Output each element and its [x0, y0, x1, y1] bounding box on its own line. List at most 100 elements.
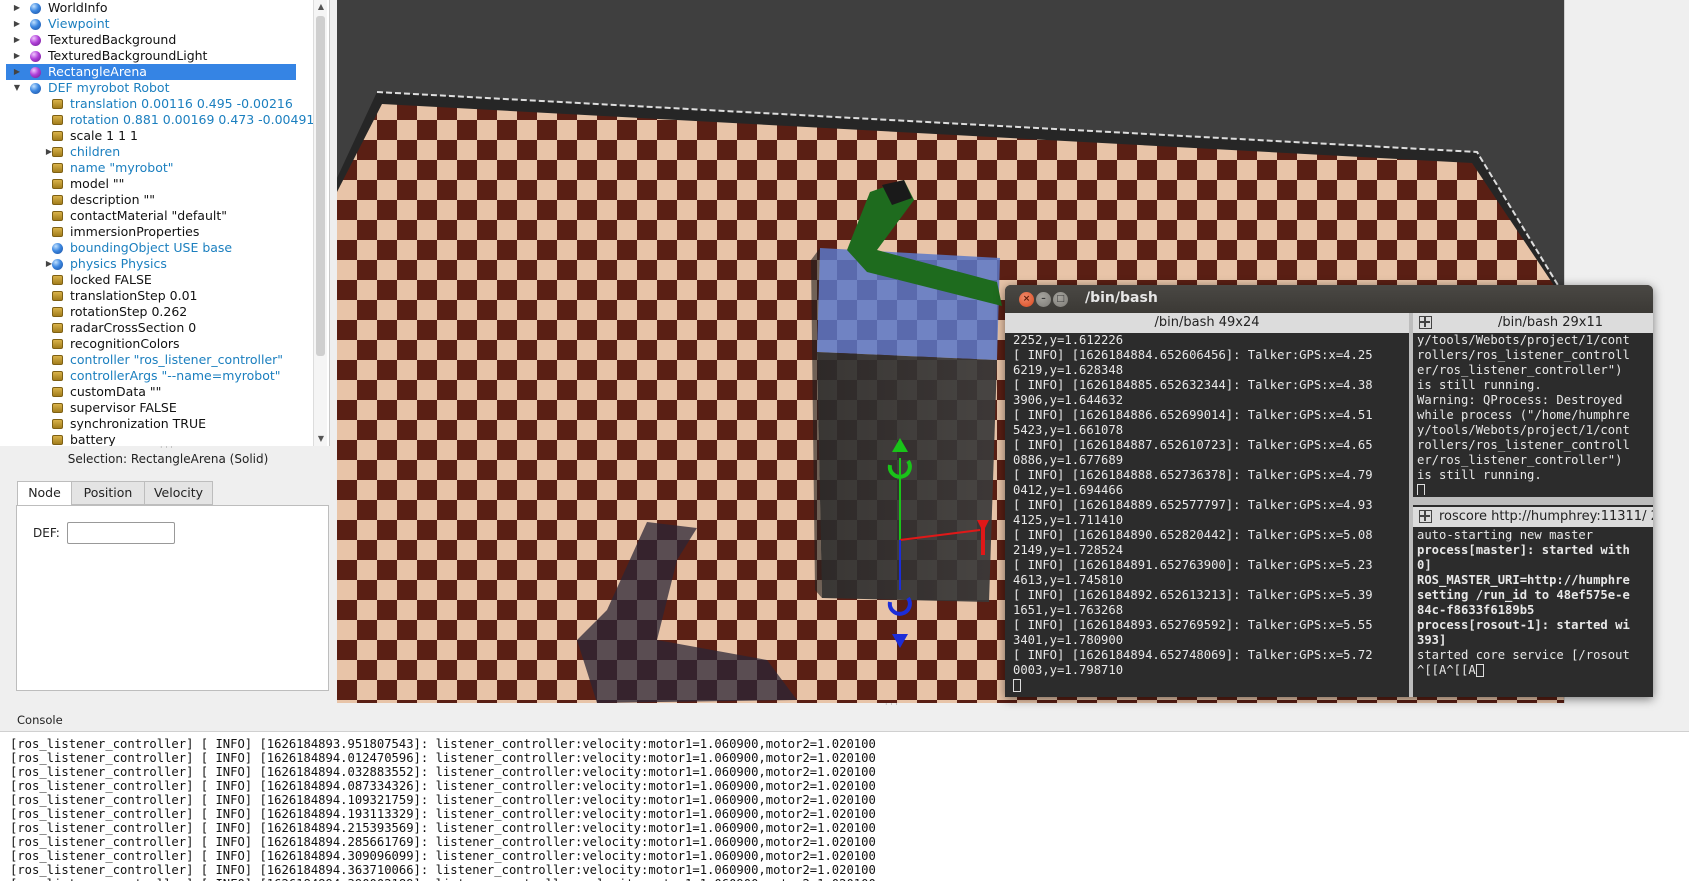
tree-item[interactable]: recognitionColors [0, 336, 320, 352]
terminal-line-text: process[rosout-1]: started wi [1417, 618, 1630, 632]
field-icon [52, 323, 63, 333]
minimize-icon[interactable]: – [1036, 292, 1051, 307]
terminal-line: rollers/ros_listener_controll [1417, 348, 1653, 363]
terminal-line-text: y/tools/Webots/project/1/cont [1417, 333, 1630, 347]
tree-item[interactable]: boundingObject USE base [0, 240, 320, 256]
left-pane-title[interactable]: /bin/bash 49x24 [1005, 313, 1409, 333]
terminal-line-text: setting /run_id to 48ef575e-e [1417, 588, 1630, 602]
bottom-right-pane-title[interactable]: roscore http://humphrey:11311/ 29 [1413, 507, 1653, 527]
tree-item[interactable]: name "myrobot" [0, 160, 320, 176]
tree-item[interactable]: scale 1 1 1 [0, 128, 320, 144]
tree-item[interactable]: ▶ children [0, 144, 320, 160]
tree-item[interactable]: ▶ TexturedBackground [0, 32, 320, 48]
tree-item[interactable]: controller "ros_listener_controller" [0, 352, 320, 368]
console-line: [ros_listener_controller] [ INFO] [16261… [10, 821, 876, 835]
tree-item-label: translationStep 0.01 [70, 288, 198, 303]
tree-item[interactable]: translation 0.00116 0.495 -0.00216 [0, 96, 320, 112]
scrollbar-thumb[interactable] [316, 16, 325, 356]
tree-item-label: controller "ros_listener_controller" [70, 352, 284, 367]
terminal-line-text: [ INFO] [1626184886.652699014]: Talker:G… [1013, 408, 1373, 422]
tree-item-label: translation 0.00116 0.495 -0.00216 [70, 96, 293, 111]
tree-item[interactable]: controllerArgs "--name=myrobot" [0, 368, 320, 384]
tree-item[interactable]: radarCrossSection 0 [0, 320, 320, 336]
terminal-line: 2252,y=1.612226 [1013, 333, 1409, 348]
expand-arrow-right-icon[interactable]: ▶ [12, 48, 22, 64]
tree-item[interactable]: synchronization TRUE [0, 416, 320, 432]
terminal-line-text: 0886,y=1.677689 [1013, 453, 1124, 467]
terminal-line-text: 3906,y=1.644632 [1013, 393, 1124, 407]
terminal-line-text: ^[[A^[[A [1417, 663, 1476, 677]
terminal-line-text: [ INFO] [1626184891.652763900]: Talker:G… [1013, 558, 1373, 572]
terminal-grid-icon[interactable] [1419, 316, 1432, 329]
tree-item[interactable]: supervisor FALSE [0, 400, 320, 416]
terminal-line-text: started core service [/rosout [1417, 648, 1630, 662]
terminal-line: 0412,y=1.694466 [1013, 483, 1409, 498]
tree-item[interactable]: contactMaterial "default" [0, 208, 320, 224]
expand-arrow-right-icon[interactable]: ▶ [12, 32, 22, 48]
tree-item[interactable]: rotationStep 0.262 [0, 304, 320, 320]
scene-tree-panel[interactable]: ▶ WorldInfo ▶ Viewpoint ▶ TexturedBackground ▶… [0, 0, 330, 446]
tab-node[interactable]: Node [17, 481, 72, 506]
tree-item-label: battery [70, 432, 116, 446]
expand-arrow-right-icon[interactable]: ▶ [12, 64, 22, 80]
tree-item[interactable]: ▶ TexturedBackgroundLight [0, 48, 320, 64]
field-icon [52, 371, 63, 381]
close-icon[interactable]: × [1019, 292, 1034, 307]
terminal-grid-icon[interactable] [1419, 510, 1432, 523]
expand-arrow-down-icon[interactable]: ▼ [12, 80, 22, 96]
terminal-line: Warning: QProcess: Destroyed [1417, 393, 1653, 408]
top-right-pane-output[interactable]: y/tools/Webots/project/1/cont rollers/ros… [1417, 333, 1653, 495]
terminal-line-text: while process ("/home/humphre [1417, 408, 1630, 422]
tree-item-label: locked FALSE [70, 272, 152, 287]
console-output[interactable]: [ros_listener_controller] [ INFO] [16261… [0, 731, 1689, 881]
field-icon [52, 291, 63, 301]
tree-item[interactable]: translationStep 0.01 [0, 288, 320, 304]
field-icon [52, 435, 63, 445]
tree-item[interactable]: customData "" [0, 384, 320, 400]
tree-item[interactable]: ▼ DEF myrobot Robot [0, 80, 320, 96]
terminal-line-text: is still running. [1417, 468, 1542, 482]
left-pane-output[interactable]: 2252,y=1.612226[ INFO] [1626184884.65260… [1013, 333, 1409, 697]
tree-item-label: scale 1 1 1 [70, 128, 138, 143]
pane-divider[interactable] [1409, 313, 1413, 697]
terminal-titlebar[interactable]: × – □ /bin/bash [1005, 285, 1653, 313]
terminal-line-text: 4125,y=1.711410 [1013, 513, 1124, 527]
node-icon [52, 243, 63, 254]
tab-velocity[interactable]: Velocity [144, 481, 213, 505]
webots-window: ▶ WorldInfo ▶ Viewpoint ▶ TexturedBackground ▶… [0, 0, 1689, 881]
tree-item[interactable]: ▶ RectangleArena [6, 64, 296, 80]
tree-item[interactable]: ▶ WorldInfo [0, 0, 320, 16]
terminal-line: [ INFO] [1626184887.652610723]: Talker:G… [1013, 438, 1409, 453]
scene-tree-scrollbar[interactable]: ▲ ▼ [313, 0, 327, 446]
console-label: Console [17, 713, 63, 727]
tree-item[interactable]: model "" [0, 176, 320, 192]
console-line: [ros_listener_controller] [ INFO] [16261… [10, 765, 876, 779]
terminal-window[interactable]: × – □ /bin/bash /bin/bash 49x24 2252,y=1… [1005, 285, 1653, 697]
tree-item-label: boundingObject USE base [70, 240, 233, 255]
terminal-line: is still running. [1417, 378, 1653, 393]
bottom-right-pane-output[interactable]: auto-starting new master process[master]:… [1417, 528, 1653, 697]
scroll-up-arrow-icon[interactable]: ▲ [314, 0, 328, 14]
tree-item-label: controllerArgs "--name=myrobot" [70, 368, 281, 383]
tree-item[interactable]: rotation 0.881 0.00169 0.473 -0.00491 [0, 112, 320, 128]
scroll-down-arrow-icon[interactable]: ▼ [314, 432, 328, 446]
terminal-cursor [1417, 484, 1425, 495]
def-input[interactable] [67, 522, 175, 544]
tree-item[interactable]: locked FALSE [0, 272, 320, 288]
maximize-icon[interactable]: □ [1053, 292, 1068, 307]
tree-item[interactable]: ▶ Viewpoint [0, 16, 320, 32]
top-right-pane-title[interactable]: /bin/bash 29x11 [1413, 313, 1653, 333]
console-line: [ros_listener_controller] [ INFO] [16261… [10, 779, 876, 793]
terminal-line: 5423,y=1.661078 [1013, 423, 1409, 438]
tab-position[interactable]: Position [71, 481, 145, 505]
tree-item[interactable]: description "" [0, 192, 320, 208]
pane-divider[interactable] [1413, 497, 1653, 505]
tree-item[interactable]: ▶ physics Physics [0, 256, 320, 272]
terminal-cursor [1013, 679, 1021, 692]
tree-item-label: RectangleArena [48, 64, 147, 79]
expand-arrow-right-icon[interactable]: ▶ [12, 0, 22, 16]
tree-item[interactable]: immersionProperties [0, 224, 320, 240]
splitter-handle[interactable]: · · · [885, 700, 898, 709]
terminal-line: [ INFO] [1626184885.652632344]: Talker:G… [1013, 378, 1409, 393]
expand-arrow-right-icon[interactable]: ▶ [12, 16, 22, 32]
